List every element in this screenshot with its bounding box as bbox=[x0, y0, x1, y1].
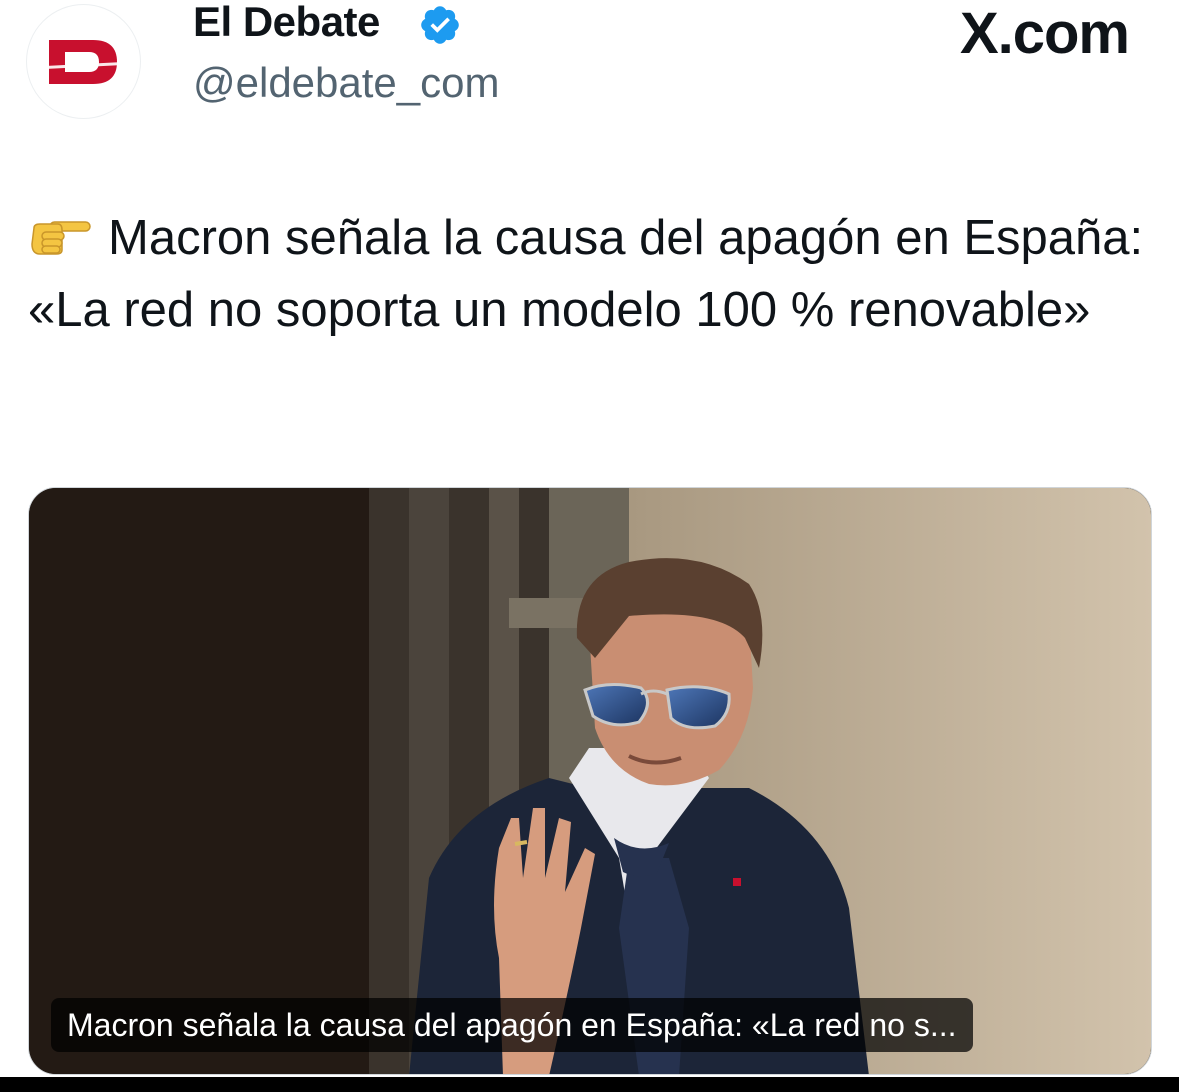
tweet-body: Macron señala la causa del apagón en Esp… bbox=[28, 211, 1144, 337]
media-card[interactable]: Macron señala la causa del apagón en Esp… bbox=[28, 487, 1152, 1075]
tweet-text: Macron señala la causa del apagón en Esp… bbox=[28, 202, 1148, 346]
x-logo: X.com bbox=[959, 1, 1130, 66]
pointing-right-icon bbox=[31, 221, 91, 255]
bottom-edge-bar bbox=[0, 1077, 1179, 1092]
author-name[interactable]: El Debate bbox=[193, 0, 380, 46]
author-handle[interactable]: @eldebate_com bbox=[193, 58, 500, 108]
avatar[interactable] bbox=[26, 4, 141, 119]
el-debate-logo bbox=[44, 39, 123, 84]
media-caption: Macron señala la causa del apagón en Esp… bbox=[51, 998, 973, 1052]
macron-photo bbox=[29, 488, 1151, 1074]
verified-badge-icon bbox=[421, 6, 459, 44]
